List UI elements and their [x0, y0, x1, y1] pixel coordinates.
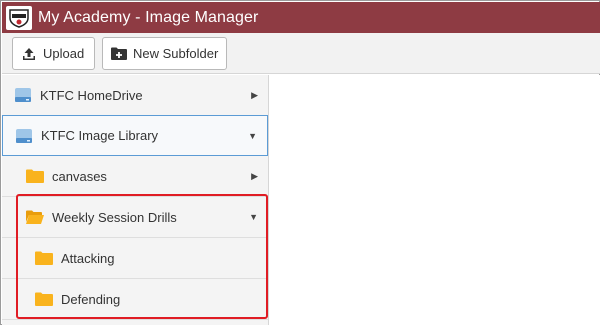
window-title: My Academy - Image Manager	[38, 8, 259, 26]
collapse-arrow-icon[interactable]: ▼	[249, 212, 258, 222]
tree-item-label: KTFC Image Library	[41, 128, 159, 143]
new-subfolder-label: New Subfolder	[133, 46, 219, 61]
tree-item-label: canvases	[52, 168, 107, 184]
folder-tree: KTFC HomeDrive ▶ KTFC Image Library ▼ ca…	[2, 75, 269, 325]
tree-item-attacking[interactable]: Attacking	[2, 238, 268, 279]
folder-icon	[35, 292, 53, 306]
drive-icon	[15, 128, 33, 144]
tree-item-ktfc-image-library[interactable]: KTFC Image Library ▼	[2, 115, 268, 156]
tree-item-label: KTFC HomeDrive	[40, 87, 143, 103]
folder-open-icon	[26, 210, 44, 224]
tree-item-ktfc-homedrive[interactable]: KTFC HomeDrive ▶	[2, 75, 268, 116]
tree-item-label: Attacking	[61, 250, 115, 266]
folder-plus-icon	[111, 47, 127, 60]
drive-icon	[14, 87, 32, 103]
collapse-arrow-icon[interactable]: ▼	[248, 131, 257, 141]
title-bar: My Academy - Image Manager	[2, 2, 600, 33]
new-subfolder-button[interactable]: New Subfolder	[102, 37, 227, 70]
tree-item-canvases[interactable]: canvases ▶	[2, 156, 268, 197]
tree-item-label: Weekly Session Drills	[52, 209, 177, 225]
folder-icon	[35, 251, 53, 265]
folder-icon	[26, 169, 44, 183]
academy-crest-logo	[6, 5, 32, 30]
tree-item-label: Defending	[61, 291, 121, 307]
upload-label: Upload	[43, 46, 85, 61]
upload-button[interactable]: Upload	[12, 37, 95, 70]
expand-arrow-icon[interactable]: ▶	[251, 90, 258, 101]
upload-icon	[22, 47, 36, 61]
app-window: My Academy - Image Manager Upload New Su…	[0, 0, 600, 325]
toolbar: Upload New Subfolder	[2, 33, 600, 74]
expand-arrow-icon[interactable]: ▶	[251, 171, 258, 182]
tree-item-weekly-session-drills[interactable]: Weekly Session Drills ▼	[2, 197, 268, 238]
tree-item-defending[interactable]: Defending	[2, 279, 268, 320]
image-content-area	[269, 75, 600, 325]
